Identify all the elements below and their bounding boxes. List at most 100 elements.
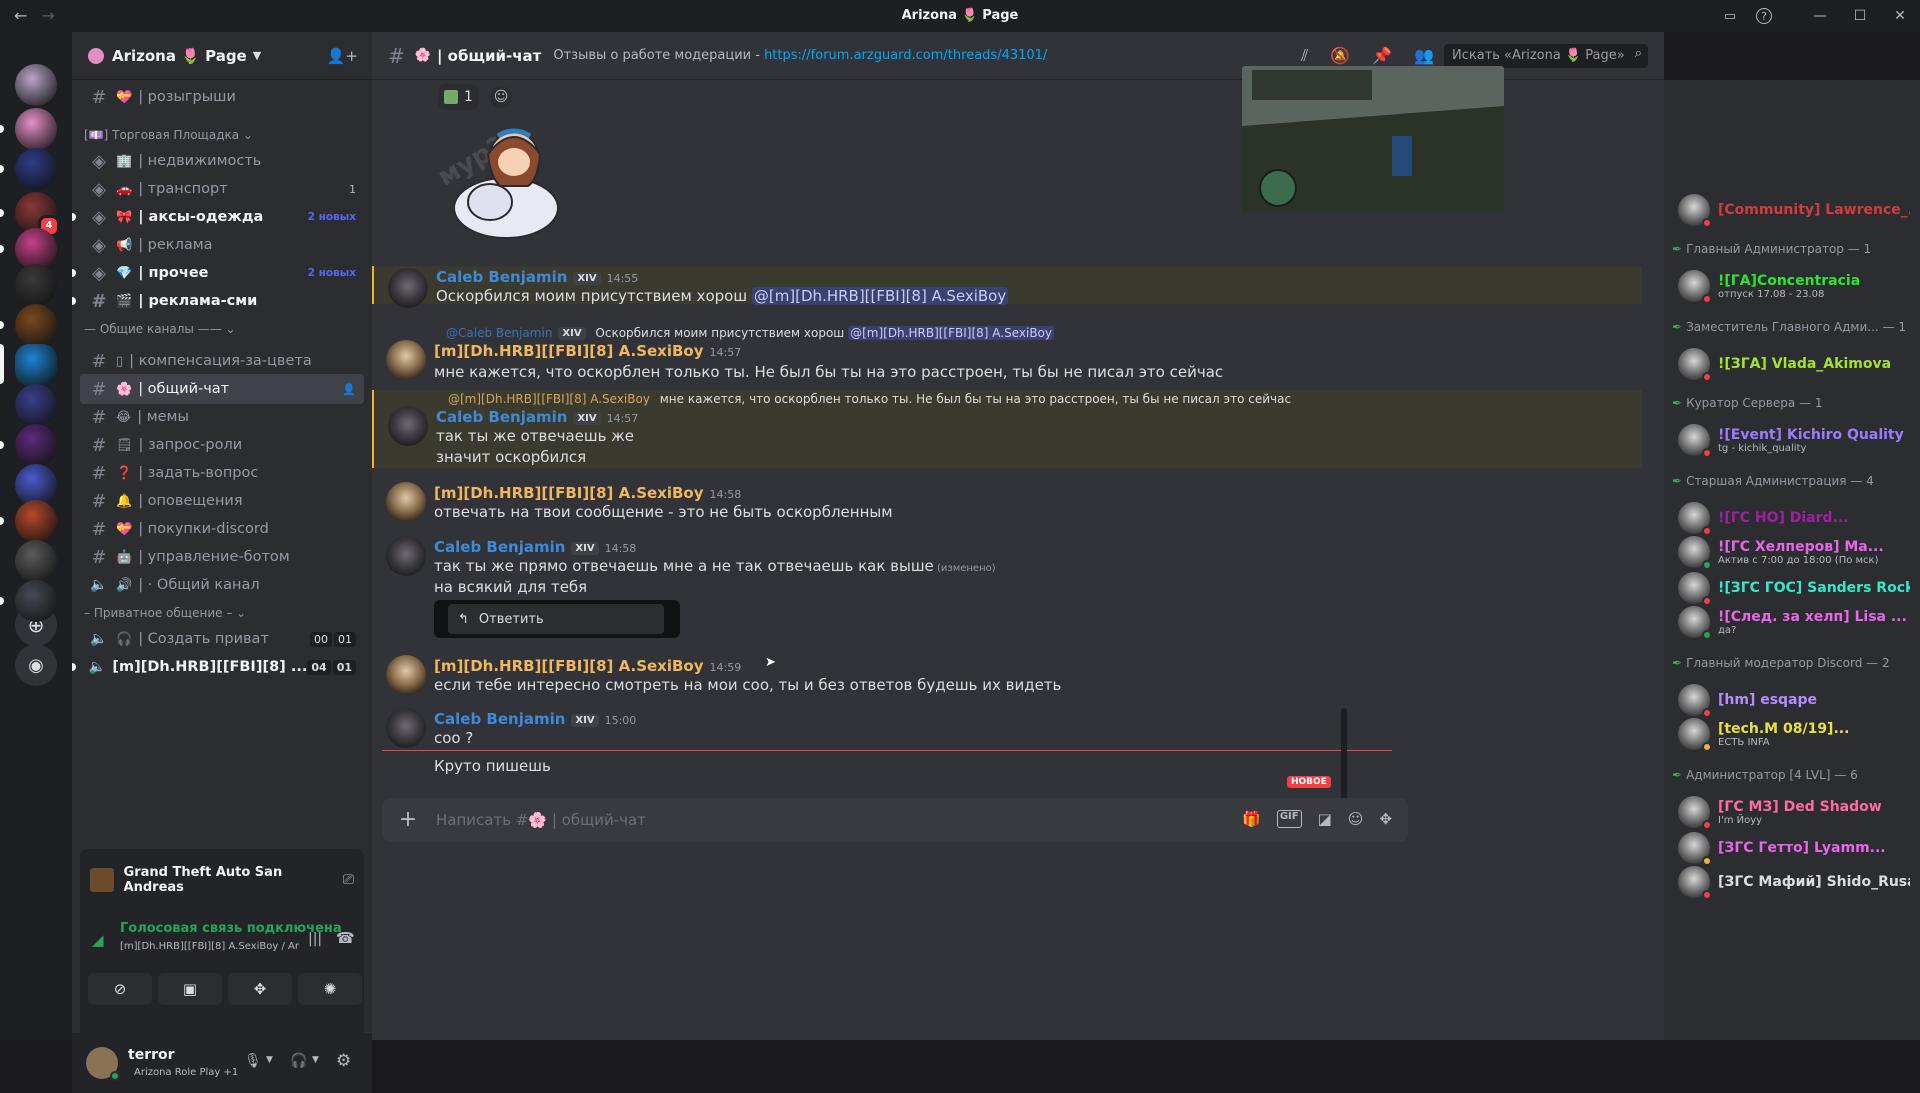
topic-link[interactable]: https://forum.arzguard.com/threads/43101… [764,48,1047,63]
member-item[interactable]: ![Event] Kichiro Quality tg - kichik_qual… [1672,420,1916,460]
channel-оповещения[interactable]: # 🔔 | оповещения [80,486,364,516]
add-member-icon[interactable]: 👤 [342,383,356,396]
member-item[interactable]: ![ГА]Concentracia отпуск 17.08 - 23.08 [1672,266,1916,306]
attach-plus-icon[interactable]: + [396,808,420,832]
author-name[interactable]: Caleb Benjamin [434,710,565,728]
stream-game-icon[interactable]: ⎚ [343,872,354,888]
mention[interactable]: @[m][Dh.HRB][[FBI][8] A.SexiBoy [848,326,1054,340]
discover-icon[interactable]: ◉ [15,644,57,686]
mention[interactable]: @[m][Dh.HRB][[FBI][8] A.SexiBoy [751,287,1009,305]
channel-Создать-приват[interactable]: 🔈 🎧 | Создать приват 00 01 [80,624,364,654]
headphones-icon[interactable]: 🎧 [290,1053,307,1069]
message[interactable]: @[m][Dh.HRB][[FBI][8] A.SexiBoy мне каже… [372,390,1642,468]
message-input[interactable]: Написать #🌸 | общий-чат [436,811,646,829]
channel-category[interactable]: — Общие каналы —— ⌄ [84,322,236,336]
emoji-icon[interactable]: ☺ [1348,810,1364,828]
server-icon[interactable] [15,424,57,466]
back-arrow-icon[interactable]: ← [14,6,27,25]
channel-управление-ботом[interactable]: # 🤖 | управление-ботом [80,542,364,572]
add-reaction-icon[interactable]: ☺ [490,86,512,108]
channel-компенсация-за-цвета[interactable]: # ▯ | компенсация-за-цвета [80,346,364,376]
channel-общий-чат[interactable]: # 🌸 | общий-чат 👤 [80,374,364,404]
channel-аксы-одежда[interactable]: ◈ 🎀 | аксы-одежда 2 новых [80,202,364,232]
member-item[interactable]: ![ГС Хелперов] Ма... Актив с 7:00 до 18:0… [1672,532,1916,572]
server-icon[interactable] [15,148,57,190]
member-item[interactable]: ![ЗГА] Vlada_Akimova [1672,344,1916,384]
noise-suppression-icon[interactable]: ||| [308,931,322,947]
user-avatar[interactable] [388,268,428,308]
threads-icon[interactable]: ⫽ [1301,46,1308,66]
server-icon[interactable] [15,108,57,150]
reply-button[interactable]: ↰ Ответить [448,604,664,634]
close-button[interactable]: ✕ [1880,0,1920,32]
reply-preview[interactable]: @Caleb Benjamin XIV Оскорбился моим прису… [446,326,1054,340]
gift-icon[interactable]: 🎁 [1242,810,1261,828]
channel-запрос-роли[interactable]: # 🗒 | запрос-роли [80,430,364,460]
member-item[interactable]: [ГС МЗ] Ded Shadow I'm Йоуу [1672,792,1916,832]
member-list-icon[interactable]: 👥 [1414,46,1434,66]
invite-people-icon[interactable]: 👤+ [327,47,358,65]
member-item[interactable]: ![След. за хелп] Lisa ... да? [1672,602,1916,642]
server-icon[interactable] [15,344,57,386]
author-name[interactable]: [m][Dh.HRB][[FBI][8] A.SexiBoy [434,484,704,502]
author-name[interactable]: Caleb Benjamin [436,268,567,286]
maximize-button[interactable]: ☐ [1840,0,1880,32]
user-avatar[interactable] [386,536,426,576]
server-icon[interactable] [15,304,57,346]
server-icon[interactable] [15,580,57,622]
camera-off-button[interactable]: ⊘ [88,973,152,1005]
screen-share-button[interactable]: ▣ [158,973,222,1005]
notifications-muted-icon[interactable]: 🔕 [1330,46,1350,66]
channel-category[interactable]: – Приватное общение – ⌄ [84,606,246,620]
minimize-button[interactable]: — [1800,0,1840,32]
forward-arrow-icon[interactable]: → [41,6,54,25]
author-name[interactable]: Caleb Benjamin [436,408,567,426]
channel-розыгрыши[interactable]: # 💝 | розыгрыши [80,82,364,112]
member-item[interactable]: [ЗГС Мафий] Shido_Rusa [1672,862,1916,902]
server-icon[interactable] [15,540,57,582]
message[interactable]: @Caleb Benjamin XIV Оскорбился моим прису… [372,324,1642,388]
server-header[interactable]: Arizona 🌷 Page ▼ 👤+ [72,32,372,80]
help-icon[interactable]: ? [1756,8,1772,24]
channel--m-Dh-HRB-FBI-8-[interactable]: 🔈 [m][Dh.HRB][[FBI][8] ... 04 01 [80,652,364,682]
server-icon[interactable] [15,64,57,106]
user-avatar[interactable] [86,1047,120,1081]
author-name[interactable]: Caleb Benjamin [434,538,565,556]
channel-недвижимость[interactable]: ◈ 🏢 | недвижимость [80,146,364,176]
server-icon[interactable] [15,384,57,426]
voice-channel-name[interactable]: [m][Dh.HRB][[FBI][8] A.SexiBoy / Arizo..… [120,941,300,952]
channel-прочее[interactable]: ◈ 💎 | прочее 2 новых [80,258,364,288]
channel-задать-вопрос[interactable]: # ❓ | задать-вопрос [80,458,364,488]
message[interactable]: Caleb Benjamin XIV 15:00 соо ? [372,708,1642,748]
stream-preview[interactable] [1242,66,1504,212]
gif-icon[interactable]: GIF [1276,810,1302,828]
message[interactable]: [m][Dh.HRB][[FBI][8] A.SexiBoy 14:58 отвеч… [372,482,1642,528]
disconnect-icon[interactable]: ☎ [336,929,355,947]
sticker-icon[interactable]: ◪ [1318,810,1332,828]
chevron-down-icon[interactable]: ▼ [312,1055,319,1065]
user-avatar[interactable] [386,340,426,380]
user-avatar[interactable] [388,406,428,446]
game-activity[interactable]: Grand Theft Auto San Andreas ⎚ [80,849,364,911]
reply-preview[interactable]: @[m][Dh.HRB][[FBI][8] A.SexiBoy мне каже… [448,392,1291,406]
pin-icon[interactable]: 📌 [1372,46,1392,66]
activities-button[interactable]: ✥ [228,973,292,1005]
user-avatar[interactable] [386,655,426,695]
member-item[interactable]: [Community] Lawrence_... [1672,190,1916,230]
channel-реклама-сми[interactable]: # 🎬 | реклама-сми [80,286,364,316]
channel-реклама[interactable]: ◈ 📢 | реклама [80,230,364,260]
apps-icon[interactable]: ✥ [1379,810,1392,828]
channel-покупки-discord[interactable]: # 💝 | покупки-discord [80,514,364,544]
author-name[interactable]: [m][Dh.HRB][[FBI][8] A.SexiBoy [434,342,704,360]
server-icon[interactable] [15,500,57,542]
inbox-icon[interactable]: ▭ [1720,6,1740,26]
microphone-icon[interactable]: 🎙 [244,1053,262,1069]
reaction-chip[interactable]: 1 [438,84,479,110]
soundboard-button[interactable]: ✺ [298,973,362,1005]
channel--Общий-канал[interactable]: 🔈 🔊 | · Общий канал [80,570,364,600]
search-input[interactable]: Искать «Arizona 🌷 Page» [1444,44,1648,68]
channel-category[interactable]: [💷] Торговая Площадка ⌄ [84,128,253,142]
message[interactable]: [m][Dh.HRB][[FBI][8] A.SexiBoy 14:59 если … [372,655,1642,701]
scrollbar-thumb[interactable] [1341,708,1347,806]
chevron-down-icon[interactable]: ▼ [266,1055,273,1065]
